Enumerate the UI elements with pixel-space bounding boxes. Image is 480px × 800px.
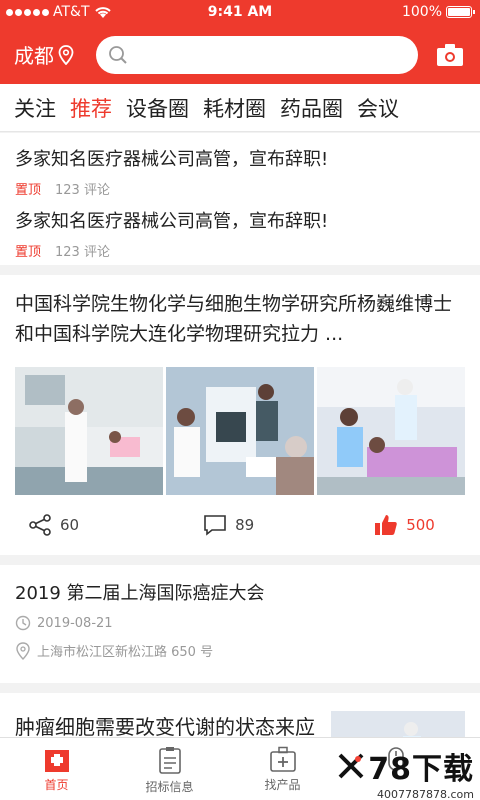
article-stats: 60 89 500 (0, 495, 480, 555)
nav-products-label: 找产品 (264, 778, 301, 792)
city-label: 成都 (14, 44, 54, 68)
article-images (15, 367, 465, 495)
nav-tender[interactable]: 招标信息 (113, 738, 226, 800)
tab-equipment[interactable]: 设备圈 (126, 93, 189, 123)
tab-recommend[interactable]: 推荐 (70, 93, 112, 123)
tab-meeting[interactable]: 会议 (357, 93, 399, 123)
list-item[interactable]: 多家知名医疗器械公司高管，宣布辞职! 置顶 123 评论 (0, 133, 480, 198)
article-card[interactable]: 中国科学院生物化学与细胞生物学研究所杨巍维博士和中国科学院大连化学物理研究拉力 … (0, 275, 480, 555)
watermark-text: 78下载 (368, 752, 474, 787)
location-pin-icon (58, 44, 74, 65)
search-icon (109, 46, 127, 64)
share-icon (29, 514, 51, 536)
list-item[interactable]: 多家知名医疗器械公司高管，宣布辞职! 置顶 123 评论 (0, 195, 480, 265)
nav-tender-label: 招标信息 (145, 780, 194, 794)
nav-home[interactable]: 首页 (0, 738, 113, 800)
home-hospital-icon (44, 750, 69, 772)
tab-consumables[interactable]: 耗材圈 (203, 93, 266, 123)
news-title: 多家知名医疗器械公司高管，宣布辞职! (15, 149, 329, 170)
share-count: 60 (60, 516, 80, 534)
like-count: 500 (406, 516, 435, 534)
status-bar: AT&T 9:41 AM 100% (0, 0, 480, 24)
article-image-dental[interactable] (317, 367, 465, 495)
watermark: 78下载 4007787878.com (336, 744, 474, 800)
article-image-ward[interactable] (15, 367, 163, 495)
article-title: 中国科学院生物化学与细胞生物学研究所杨巍维博士和中国科学院大连化学物理研究拉力 … (15, 293, 453, 345)
event-location: 上海市松江区新松江路 650 号 (37, 645, 214, 660)
comment-button[interactable]: 89 (203, 514, 254, 536)
tab-follow[interactable]: 关注 (14, 93, 56, 123)
article-card-2[interactable]: 肿瘤细胞需要改变代谢的状态来应答癌基因信号通路传 (0, 693, 480, 737)
event-card[interactable]: 2019 第二届上海国际癌症大会 2019-08-21 上海市松江区新松江路 6… (0, 565, 480, 683)
pinned-news-card: 多家知名医疗器械公司高管，宣布辞职! 置顶 123 评论 多家知名医疗器械公司高… (0, 133, 480, 265)
article-image-meeting[interactable] (166, 367, 314, 495)
comment-count: 123 评论 (55, 245, 110, 260)
pinned-tag: 置顶 (15, 245, 42, 260)
category-tabs: 关注 推荐 设备圈 耗材圈 药品圈 会议 (0, 84, 480, 132)
battery-icon (446, 6, 475, 18)
search-input[interactable] (134, 40, 418, 70)
city-selector[interactable]: 成都 (14, 40, 74, 69)
nav-products[interactable]: 找产品 (226, 738, 339, 800)
camera-icon[interactable] (436, 42, 464, 68)
event-date: 2019-08-21 (37, 615, 113, 631)
location-pin-icon (16, 641, 30, 660)
search-bar[interactable] (96, 36, 418, 74)
article-thumbnail[interactable] (331, 711, 465, 737)
clipboard-icon (158, 747, 181, 774)
tab-pharma[interactable]: 药品圈 (280, 93, 343, 123)
nav-home-label: 首页 (44, 778, 69, 792)
feed: 多家知名医疗器械公司高管，宣布辞职! 置顶 123 评论 多家知名医疗器械公司高… (0, 133, 480, 737)
comment-count: 123 评论 (55, 183, 110, 198)
comment-count: 89 (235, 516, 255, 534)
top-bar: 成都 (0, 24, 480, 84)
pinned-tag: 置顶 (15, 183, 42, 198)
battery-percent: 100% (401, 4, 442, 20)
medical-kit-icon (269, 746, 296, 772)
article-title: 肿瘤细胞需要改变代谢的状态来应答癌基因信号通路传 (15, 715, 315, 737)
clock-icon (15, 615, 31, 631)
share-button[interactable]: 60 (28, 514, 79, 536)
thumbs-up-icon (375, 515, 397, 535)
like-button[interactable]: 500 (374, 514, 435, 536)
watermark-url: 4007787878.com (377, 788, 474, 800)
watermark-logo-icon (338, 753, 364, 779)
news-title: 多家知名医疗器械公司高管，宣布辞职! (15, 211, 329, 232)
event-title: 2019 第二届上海国际癌症大会 (15, 583, 265, 604)
comment-icon (204, 515, 226, 536)
